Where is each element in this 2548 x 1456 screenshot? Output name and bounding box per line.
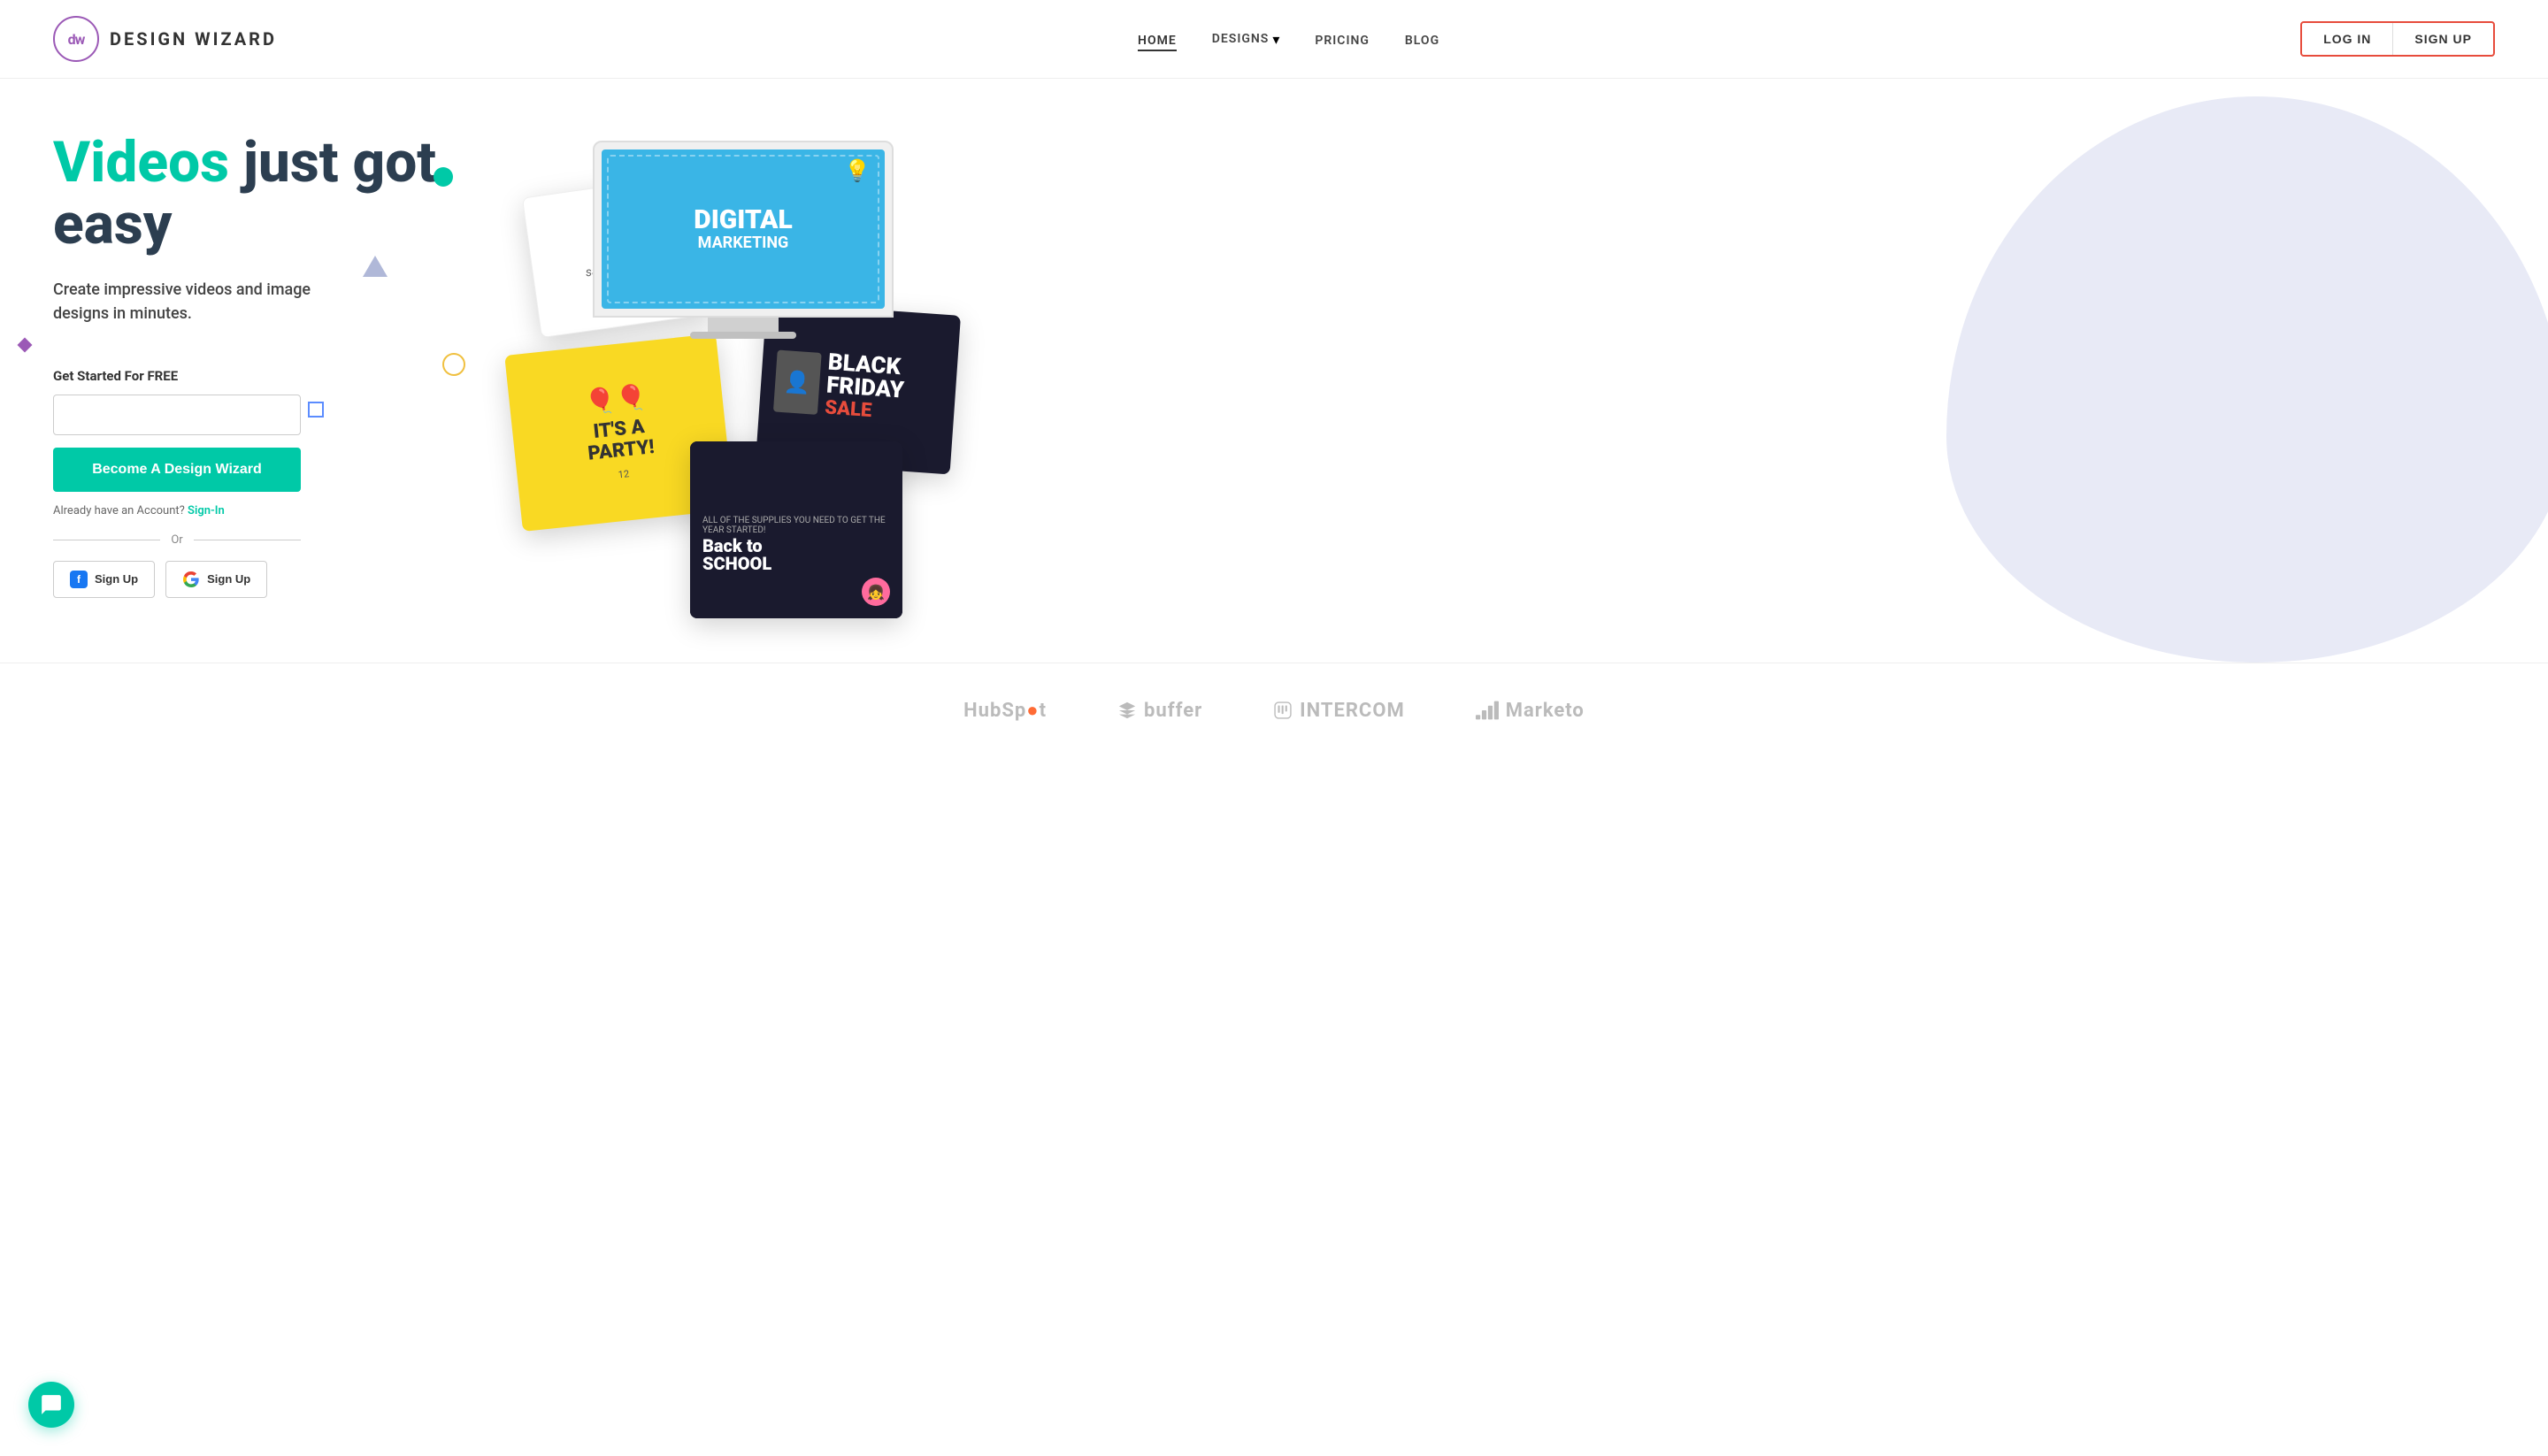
bf-text: BLACKFRIDAY SALE [825,350,907,424]
hubspot-logo: HubSp●t [963,699,1047,722]
monitor-foot [690,332,796,339]
digital-marketing-title: DIGITAL [694,207,792,234]
email-input[interactable] [53,395,301,435]
design-cards-container: DIGITAL MARKETING 💡 🌸🌿 save the date [513,132,2495,627]
hero-section: Videos just got easy Create impressive v… [0,79,2548,663]
circle-outline-decoration [442,353,465,376]
google-signup-label: Sign Up [207,572,250,586]
signup-button[interactable]: SIGN UP [2392,23,2493,55]
auth-buttons: LOG IN SIGN UP [2300,21,2495,57]
chat-bubble-button[interactable] [28,1382,74,1428]
triangle-decoration [363,256,388,277]
nav-link-home[interactable]: HOME [1138,34,1177,51]
google-signup-button[interactable]: Sign Up [165,561,267,598]
party-title: IT'S APARTY! [585,416,656,465]
nav-item-blog[interactable]: BLOG [1405,31,1439,48]
back-to-school-card: ALL OF THE SUPPLIES YOU NEED TO GET THE … [690,441,902,618]
intercom-text: INTERCOM [1300,700,1405,722]
marketo-logo: Marketo [1476,700,1585,722]
chevron-down-icon: ▾ [1272,31,1279,48]
buffer-text: buffer [1144,700,1202,722]
navbar: dw DESIGN WIZARD HOME DESIGNS ▾ PRICING … [0,0,2548,79]
buffer-logo: buffer [1117,700,1202,722]
chat-icon [40,1393,63,1416]
intercom-icon [1273,701,1293,720]
google-icon [182,571,200,588]
monitor-neck [708,318,779,332]
hero-title: Videos just got easy [53,132,513,257]
person-icon: 👤 [783,369,811,395]
already-account-text: Already have an Account? Sign-In [53,504,513,517]
balloon-icon: 🎈🎈 [584,381,649,417]
back-to-school-title: Back toSCHOOL [702,537,890,572]
black-friday-title: BLACKFRIDAY [825,350,906,402]
nav-item-designs[interactable]: DESIGNS ▾ [1212,31,1280,48]
nav-link-blog[interactable]: BLOG [1405,34,1439,48]
hero-title-highlight: Videos [53,129,229,195]
social-buttons: f Sign Up Sign Up [53,561,513,598]
facebook-icon: f [70,571,88,588]
bf-person-photo: 👤 [773,350,822,415]
facebook-signup-label: Sign Up [95,572,138,586]
login-button[interactable]: LOG IN [2302,23,2392,55]
marketo-text: Marketo [1506,700,1585,722]
nav-item-pricing[interactable]: PRICING [1315,31,1370,48]
nav-item-home[interactable]: HOME [1138,31,1177,48]
nav-link-pricing[interactable]: PRICING [1315,34,1370,48]
monitor-screen: DIGITAL MARKETING 💡 [602,149,885,309]
become-design-wizard-button[interactable]: Become A Design Wizard [53,448,301,492]
intercom-logo: INTERCOM [1273,700,1405,722]
bts-person-avatar: 👧 [862,578,890,606]
marketo-icon [1476,701,1499,720]
teal-dot-decoration [434,167,453,187]
hero-right: DIGITAL MARKETING 💡 🌸🌿 save the date [513,132,2495,627]
party-date: 12 [618,468,630,480]
sign-in-link[interactable]: Sign-In [188,504,225,517]
or-divider: Or [53,533,301,547]
buffer-icon [1117,701,1137,720]
logo-area[interactable]: dw DESIGN WIZARD [53,16,277,62]
logo-icon: dw [53,16,99,62]
hero-subtitle: Create impressive videos and imagedesign… [53,278,513,326]
brands-section: HubSp●t buffer INTERCOM Marketo [0,663,2548,757]
square-outline-decoration [308,402,324,418]
hubspot-text: HubSp●t [963,699,1047,722]
back-to-school-content: ALL OF THE SUPPLIES YOU NEED TO GET THE … [690,441,902,618]
nav-links: HOME DESIGNS ▾ PRICING BLOG [1138,31,1439,48]
nav-link-designs-wrapper[interactable]: DESIGNS ▾ [1212,31,1280,48]
nav-link-designs[interactable]: DESIGNS [1212,32,1270,46]
monitor-body: DIGITAL MARKETING 💡 [593,141,894,318]
monitor-card: DIGITAL MARKETING 💡 [593,141,894,339]
facebook-signup-button[interactable]: f Sign Up [53,561,155,598]
bf-person-area: 👤 BLACKFRIDAY SALE [773,347,944,426]
diamond-decoration [18,338,33,353]
bts-tagline: ALL OF THE SUPPLIES YOU NEED TO GET THE … [702,516,890,535]
person-icon-bts: 👧 [867,584,885,601]
logo-text: DESIGN WIZARD [110,28,277,50]
